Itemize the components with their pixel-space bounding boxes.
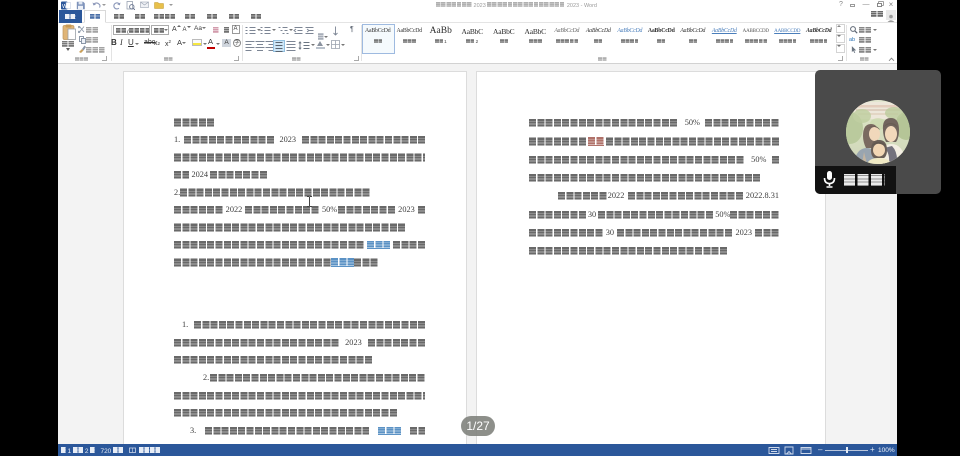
svg-text:W: W <box>62 3 68 9</box>
